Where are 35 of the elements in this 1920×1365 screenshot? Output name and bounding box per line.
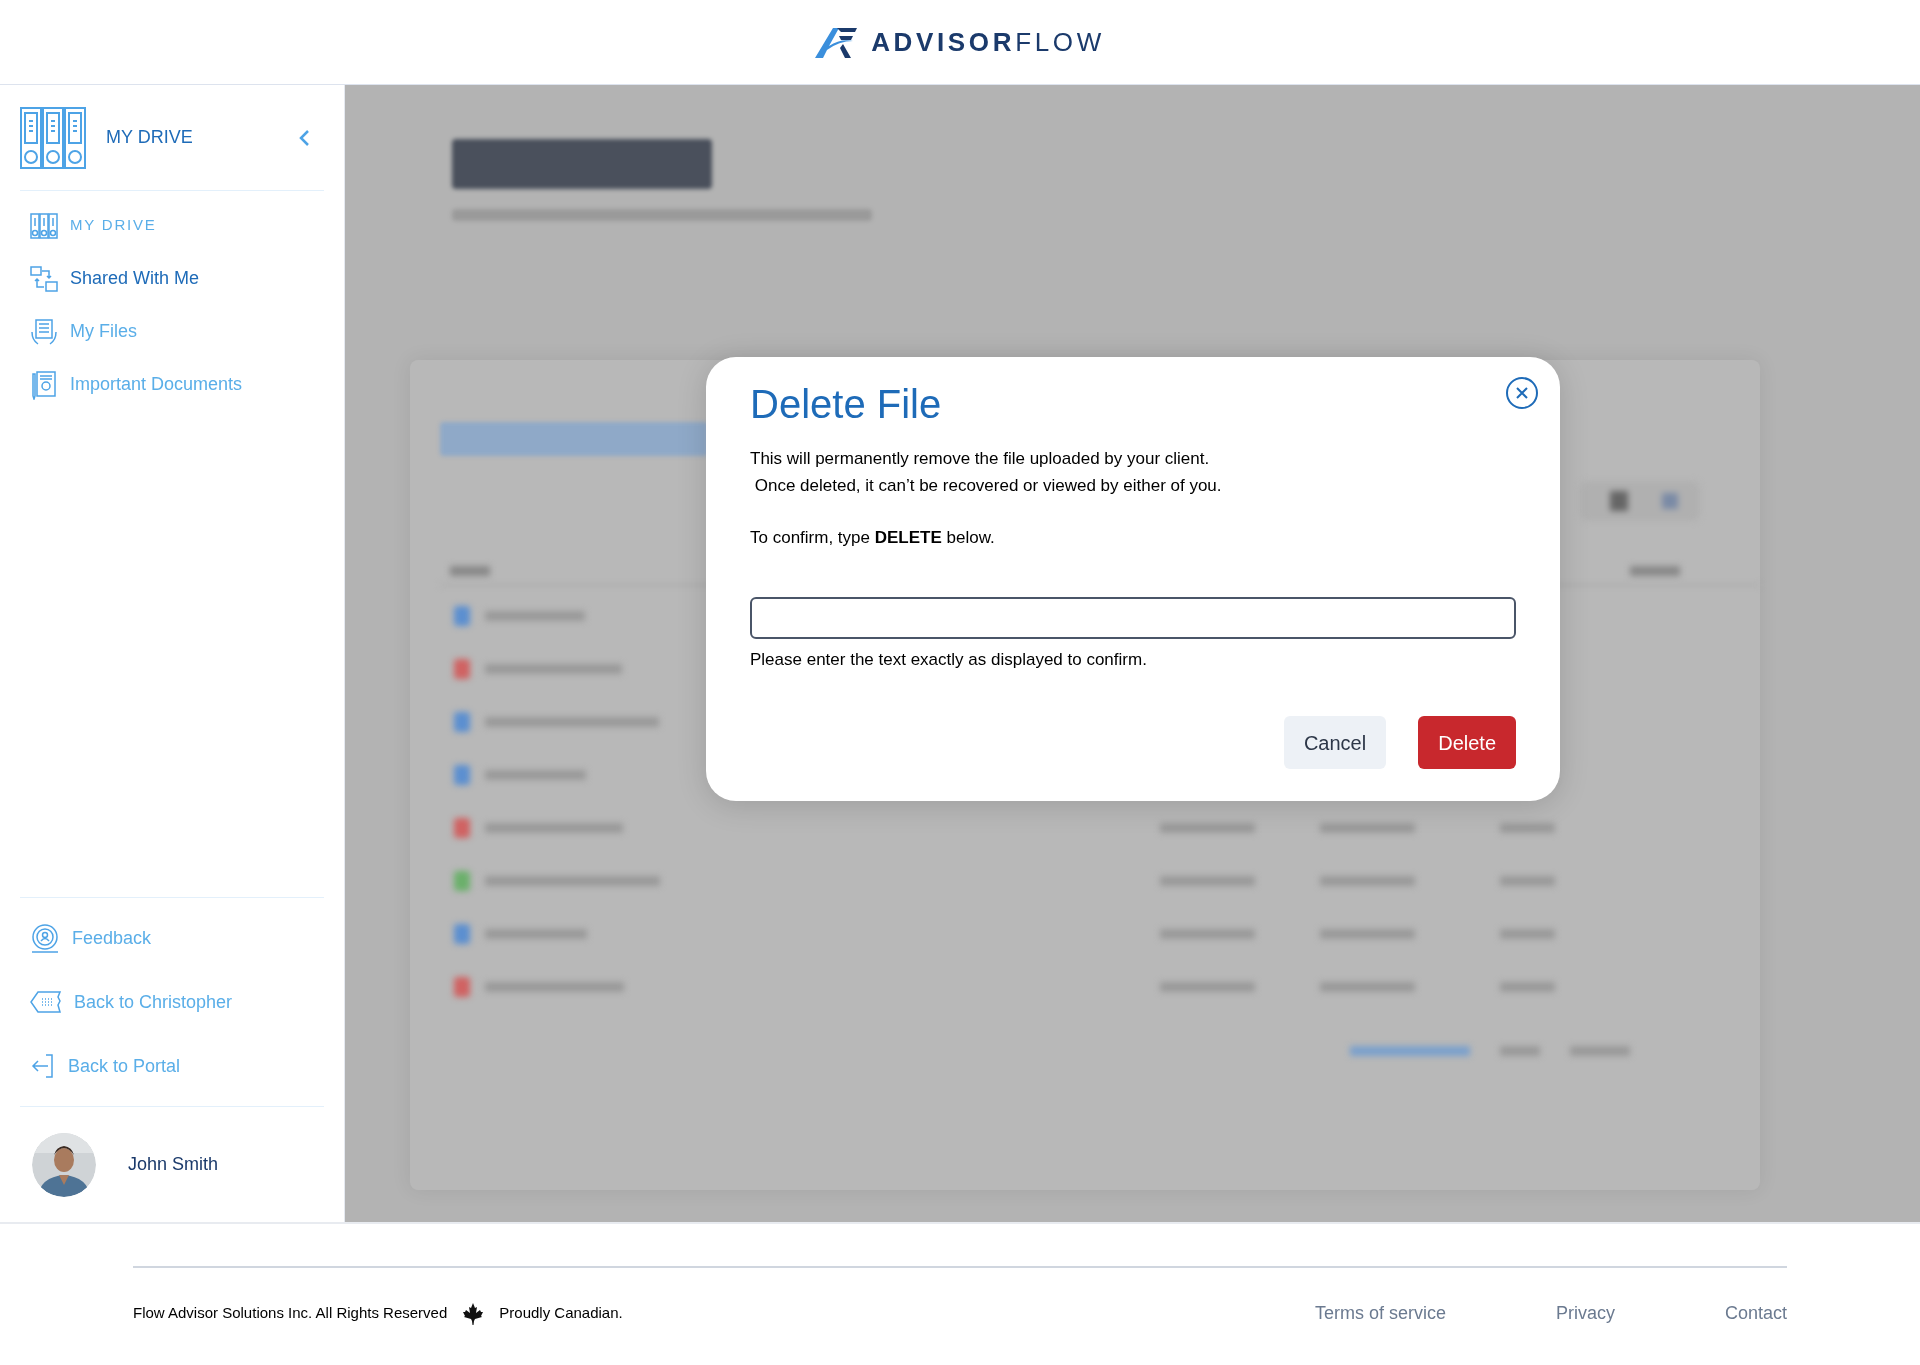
dialog-title: Delete File (750, 381, 943, 428)
chevron-left-icon (298, 128, 310, 147)
nav-item[interactable]: My Files (20, 305, 137, 358)
footer-link[interactable]: Terms of service (1314, 1300, 1446, 1327)
input-hint: Please enter the text exactly as displayed to confirm. (750, 648, 1147, 671)
nav-item[interactable]: Back to Portal (20, 1034, 181, 1098)
sidebar-title: MY DRIVE (106, 126, 193, 149)
copyright-text: Flow Advisor Solutions Inc. All Rights Reserved (133, 1303, 448, 1324)
confirm-instruction: To confirm, type DELETE below. (750, 527, 995, 549)
logo-text: ADVISORFLOW (871, 29, 1105, 55)
binders-icon (30, 212, 58, 239)
certificate-icon (30, 369, 58, 400)
nav-item[interactable]: Back to Christopher (20, 970, 233, 1034)
dialog-message: This will permanently remove the file uploaded by your client. Once deleted, it can’t be recovered or viewed by either of you. (750, 448, 1222, 497)
confirm-input-field[interactable] (750, 596, 1516, 639)
nav-item[interactable]: Feedback (20, 906, 152, 970)
footer-link[interactable]: Privacy (1555, 1300, 1615, 1327)
user-name: John Smith (128, 1153, 219, 1176)
folders-exchange-icon (30, 265, 58, 292)
cancel-button[interactable]: Cancel (1283, 716, 1387, 769)
tag-icon (30, 991, 62, 1013)
maple-leaf-icon (463, 1302, 484, 1325)
close-button[interactable] (1506, 377, 1538, 409)
nav-item[interactable]: MY DRIVE (20, 199, 157, 252)
tagline-text: Proudly Canadian. (499, 1303, 623, 1324)
logo-icon (815, 26, 860, 58)
close-icon (1516, 387, 1528, 399)
user-cycle-icon (30, 923, 60, 953)
exit-arrow-icon (30, 1054, 56, 1078)
delete-button[interactable]: Delete (1418, 716, 1516, 769)
document-hands-icon (30, 317, 58, 346)
binders-icon (20, 106, 86, 169)
nav-item[interactable]: Important Documents (20, 358, 243, 411)
nav-item[interactable]: Shared With Me (20, 252, 200, 305)
footer-link[interactable]: Contact (1724, 1300, 1787, 1327)
